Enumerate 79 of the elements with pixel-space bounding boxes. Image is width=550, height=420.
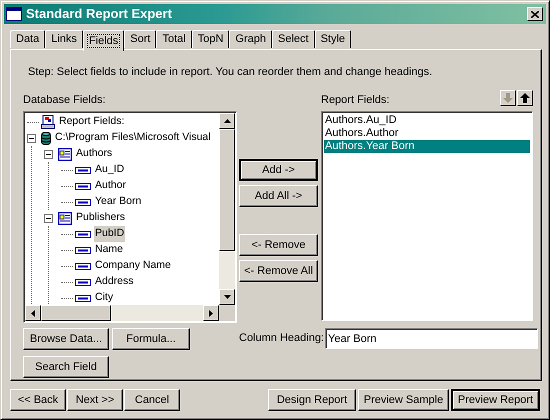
- scroll-thumb[interactable]: [219, 129, 235, 251]
- tree-item[interactable]: Authors: [75, 146, 114, 162]
- scrollbar-corner: [219, 305, 235, 321]
- transfer-button[interactable]: <- Remove All: [239, 260, 318, 282]
- column-heading-field[interactable]: Year Born: [325, 328, 538, 349]
- horizontal-scrollbar[interactable]: [25, 305, 219, 321]
- tab[interactable]: Data: [10, 30, 46, 48]
- tree-item[interactable]: Report Fields:: [58, 114, 126, 130]
- database-fields-label: Database Fields:: [23, 92, 106, 108]
- tree-item[interactable]: Address: [94, 274, 135, 290]
- report-icon: [41, 115, 55, 129]
- tree-item[interactable]: Publishers: [75, 210, 126, 226]
- field-icon: [75, 230, 91, 238]
- field-icon: [75, 246, 91, 254]
- wizard-button[interactable]: Preview Report: [451, 389, 540, 411]
- field-button[interactable]: Formula...: [112, 328, 190, 350]
- scroll-left-button[interactable]: [25, 305, 41, 321]
- tab[interactable]: Links: [45, 30, 83, 48]
- down-arrow-icon: [224, 295, 230, 299]
- report-fields-label: Report Fields:: [321, 92, 390, 108]
- transfer-button[interactable]: Add All ->: [239, 185, 318, 207]
- window-title: Standard Report Expert: [26, 5, 172, 24]
- field-icon: [75, 262, 91, 270]
- up-arrow-icon: [224, 119, 230, 123]
- wizard-button[interactable]: Preview Sample: [358, 389, 449, 411]
- right-arrow-icon: [209, 310, 213, 316]
- wizard-button[interactable]: Cancel: [124, 389, 180, 411]
- vertical-scrollbar[interactable]: [219, 113, 235, 305]
- table-icon: [58, 148, 72, 160]
- field-button[interactable]: Search Field: [23, 356, 109, 378]
- tree-item[interactable]: C:\Program Files\Microsoft Visual: [54, 130, 212, 146]
- wizard-button[interactable]: Next >>: [67, 389, 123, 411]
- report-fields-list[interactable]: Authors.Au_ID Authors.Author Authors.Year Born: [321, 111, 533, 321]
- scroll-down-button[interactable]: [219, 289, 235, 305]
- transfer-button[interactable]: Add ->: [239, 159, 318, 181]
- report-field-item[interactable]: Authors.Author: [324, 127, 530, 140]
- collapse-icon[interactable]: [44, 150, 53, 158]
- transfer-button[interactable]: <- Remove: [239, 234, 318, 256]
- collapse-icon[interactable]: [44, 214, 53, 222]
- scroll-right-button[interactable]: [203, 305, 219, 321]
- tab[interactable]: Sort: [124, 30, 156, 48]
- wizard-button[interactable]: << Back: [10, 389, 66, 411]
- field-icon: [75, 182, 91, 190]
- field-button[interactable]: Browse Data...: [23, 328, 109, 350]
- scroll-thumb[interactable]: [41, 305, 111, 321]
- down-arrow-icon: [503, 93, 513, 103]
- tree-item[interactable]: PubID: [94, 226, 126, 242]
- tree-item[interactable]: City: [94, 290, 114, 305]
- tab[interactable]: Fields: [82, 30, 124, 51]
- tree-item[interactable]: Name: [94, 242, 124, 258]
- move-up-button[interactable]: [517, 90, 533, 106]
- step-instructions: Step: Select fields to include in report. You can reorder them and change headings.: [27, 65, 434, 79]
- database-tree[interactable]: Report Fields: C:\Program Files\Microsoft Visual Authors Au_ID Author Year Born Publishers PubID Name Company Name Address City: [23, 111, 237, 323]
- field-icon: [75, 294, 91, 302]
- field-icon: [75, 278, 91, 286]
- tree-item[interactable]: Company Name: [94, 258, 172, 274]
- report-field-item[interactable]: Authors.Year Born: [324, 140, 530, 153]
- tab[interactable]: Total: [156, 30, 192, 48]
- close-button[interactable]: [527, 7, 543, 21]
- up-arrow-icon: [520, 93, 530, 103]
- close-icon: [531, 10, 539, 18]
- left-arrow-icon: [31, 310, 35, 316]
- table-icon: [58, 212, 72, 224]
- window-icon: [6, 7, 22, 21]
- column-heading-label: Column Heading:: [239, 331, 324, 346]
- field-icon: [75, 166, 91, 174]
- wizard-button[interactable]: Design Report: [268, 389, 356, 411]
- tab[interactable]: Select: [272, 30, 315, 48]
- scroll-up-button[interactable]: [219, 113, 235, 129]
- tree-item[interactable]: Year Born: [94, 194, 142, 210]
- tree-item[interactable]: Author: [94, 178, 127, 194]
- database-icon: [41, 130, 51, 146]
- tab[interactable]: Graph: [229, 30, 272, 48]
- field-icon: [75, 198, 91, 206]
- collapse-icon[interactable]: [27, 134, 36, 142]
- tab[interactable]: Style: [314, 30, 352, 48]
- tab[interactable]: TopN: [192, 30, 230, 48]
- tree-item[interactable]: Au_ID: [94, 162, 126, 178]
- report-field-item[interactable]: Authors.Au_ID: [324, 114, 530, 127]
